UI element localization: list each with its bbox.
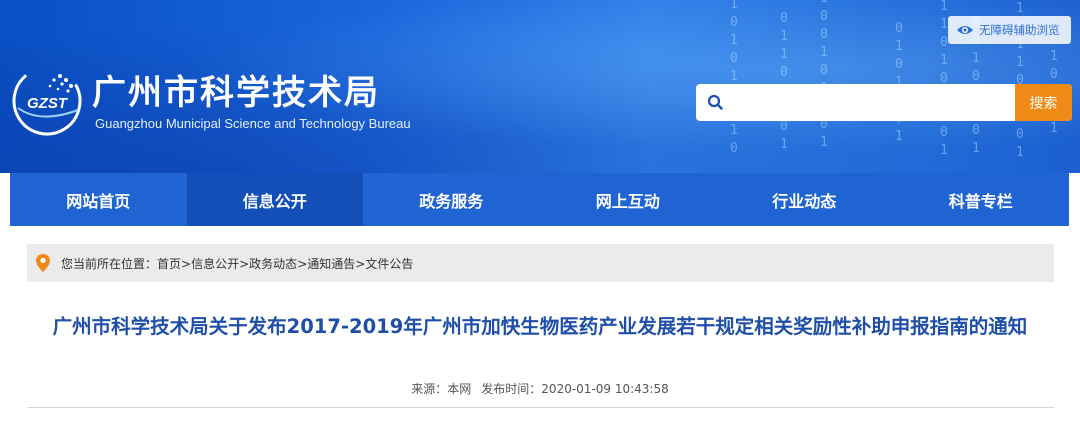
article-title: 广州市科学技术局关于发布2017-2019年广州市加快生物医药产业发展若干规定相… bbox=[52, 315, 1028, 338]
location-pin-icon bbox=[36, 254, 50, 272]
nav-item-info-disclosure[interactable]: 信息公开 bbox=[186, 173, 363, 226]
published-value: 2020-01-09 10:43:58 bbox=[541, 382, 669, 396]
nav-item-industry-news[interactable]: 行业动态 bbox=[716, 173, 893, 226]
published-label: 发布时间： bbox=[481, 382, 542, 396]
breadcrumb-link-notices[interactable]: 通知通告 bbox=[307, 257, 355, 271]
breadcrumb-link-info-disclosure[interactable]: 信息公开 bbox=[191, 257, 239, 271]
search-input[interactable] bbox=[732, 84, 1010, 121]
nav-item-home[interactable]: 网站首页 bbox=[10, 173, 187, 226]
article-meta: 来源：本网 发布时间：2020-01-09 10:43:58 bbox=[0, 380, 1080, 397]
search-button[interactable]: 搜索 bbox=[1015, 84, 1072, 121]
accessibility-label: 无障碍辅助浏览 bbox=[979, 23, 1060, 37]
breadcrumb-separator: > bbox=[297, 256, 308, 271]
site-subtitle: Guangzhou Municipal Science and Technolo… bbox=[95, 116, 411, 131]
site-title: 广州市科学技术局 bbox=[92, 73, 380, 113]
accessibility-button[interactable]: 无障碍辅助浏览 bbox=[948, 16, 1071, 44]
svg-text:GZST: GZST bbox=[27, 95, 69, 112]
breadcrumb: 您当前所在位置：首页>信息公开>政务动态>通知通告>文件公告 bbox=[27, 244, 1054, 282]
divider bbox=[27, 407, 1054, 408]
nav-item-online-interaction[interactable]: 网上互动 bbox=[540, 173, 717, 226]
search-icon bbox=[707, 94, 723, 110]
page: 101011010 01101001 100101101 0101101 110… bbox=[0, 0, 1080, 421]
breadcrumb-separator: > bbox=[239, 256, 250, 271]
nav-item-science-column[interactable]: 科普专栏 bbox=[893, 173, 1070, 226]
breadcrumb-link-documents[interactable]: 文件公告 bbox=[365, 257, 413, 271]
breadcrumb-text: 您当前所在位置：首页>信息公开>政务动态>通知通告>文件公告 bbox=[61, 255, 413, 272]
breadcrumb-separator: > bbox=[181, 256, 192, 271]
main-nav: 网站首页 信息公开 政务服务 网上互动 行业动态 科普专栏 bbox=[10, 173, 1069, 226]
breadcrumb-separator: > bbox=[355, 256, 366, 271]
nav-item-government-services[interactable]: 政务服务 bbox=[363, 173, 540, 226]
eye-icon bbox=[957, 26, 973, 34]
breadcrumb-link-home[interactable]: 首页 bbox=[157, 257, 181, 271]
header-banner: 101011010 01101001 100101101 0101101 110… bbox=[0, 0, 1080, 173]
breadcrumb-link-government-news[interactable]: 政务动态 bbox=[249, 257, 297, 271]
breadcrumb-prefix: 您当前所在位置： bbox=[61, 256, 158, 271]
source-label: 来源： bbox=[411, 382, 448, 396]
search-box: 搜索 bbox=[696, 84, 1072, 121]
gzst-logo-icon: GZST bbox=[12, 66, 82, 136]
source-value: 本网 bbox=[447, 382, 472, 396]
